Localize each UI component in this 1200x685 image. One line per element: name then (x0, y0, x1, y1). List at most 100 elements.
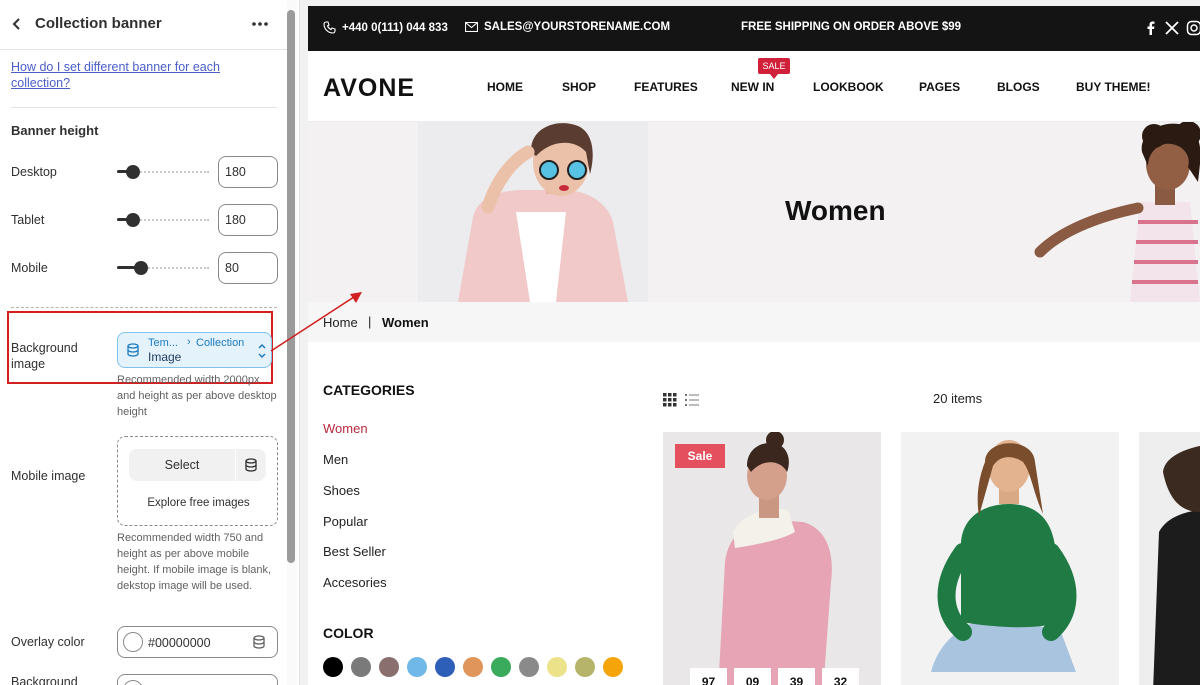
database-icon (245, 458, 257, 472)
email-contact[interactable]: SALES@YOURSTORENAME.COM (465, 21, 670, 33)
header-divider (0, 49, 287, 50)
mobile-height-slider[interactable] (117, 261, 209, 275)
facebook-icon[interactable] (1143, 20, 1159, 36)
categories-title: CATEGORIES (323, 382, 415, 398)
category-men[interactable]: Men (323, 452, 348, 467)
panel-title: Collection banner (35, 15, 162, 32)
sale-badge: SALE (758, 58, 790, 79)
overlay-color-label: Overlay color (11, 635, 85, 649)
mobile-label: Mobile (11, 261, 48, 275)
background-image-help: Recommended width 2000px and height as p… (117, 374, 277, 418)
product-image (1139, 432, 1200, 685)
color-filter-title: COLOR (323, 625, 374, 641)
color-swatch[interactable] (351, 657, 371, 677)
breadcrumb-home-link[interactable]: Home (323, 315, 358, 330)
section-divider (11, 107, 277, 108)
items-count: 20 items (933, 391, 983, 406)
tablet-height-slider[interactable] (117, 213, 209, 227)
product-image (901, 432, 1119, 685)
slider-thumb[interactable] (126, 165, 140, 179)
category-best-seller[interactable]: Best Seller (323, 544, 386, 559)
slider-thumb[interactable] (126, 213, 140, 227)
countdown-hours: 09 (734, 668, 771, 685)
color-swatch[interactable] (547, 657, 567, 677)
background-image-label: Background image (11, 341, 78, 371)
nav-features[interactable]: FEATURES (634, 80, 698, 94)
color-swatch[interactable] (491, 657, 511, 677)
banner-model-right-image (1034, 122, 1200, 302)
banner-help-link[interactable]: How do I set different banner for each c… (11, 59, 261, 91)
desktop-height-slider[interactable] (117, 165, 209, 179)
countdown-minutes: 39 (778, 668, 815, 685)
nav-new-in[interactable]: NEW IN (731, 80, 774, 94)
select-arrows-icon (258, 343, 266, 359)
store-logo[interactable]: AVONE (323, 74, 415, 103)
nav-buy-theme[interactable]: BUY THEME! (1076, 80, 1150, 94)
select-image-button[interactable]: Select (129, 449, 235, 481)
grid-view-icon[interactable] (663, 393, 677, 407)
scrollbar-thumb[interactable] (287, 10, 295, 563)
product-card[interactable] (1139, 432, 1200, 685)
color-swatch[interactable] (603, 657, 623, 677)
category-shoes[interactable]: Shoes (323, 483, 360, 498)
color-swatch[interactable] (519, 657, 539, 677)
color-swatch[interactable] (407, 657, 427, 677)
connect-source-button[interactable] (236, 449, 266, 481)
phone-number: +440 0(111) 044 833 (342, 21, 448, 34)
countdown-seconds: 32 (822, 668, 859, 685)
more-options-button[interactable] (250, 14, 270, 34)
main-navigation: AVONE HOME SHOP FEATURES SALE NEW IN LOO… (308, 51, 1200, 122)
chevron-right-icon: › (187, 336, 191, 348)
back-button[interactable] (8, 14, 26, 34)
list-view-icon[interactable] (685, 393, 699, 407)
category-popular[interactable]: Popular (323, 514, 368, 529)
x-twitter-icon[interactable] (1164, 20, 1180, 36)
collection-banner: Women (308, 122, 1200, 302)
email-address: SALES@YOURSTORENAME.COM (484, 21, 671, 33)
category-accesories[interactable]: Accesories (323, 575, 387, 590)
chevron-left-icon (12, 18, 20, 30)
tablet-height-input[interactable]: 180 (218, 204, 278, 236)
nav-shop[interactable]: SHOP (562, 80, 596, 94)
color-swatch[interactable] (575, 657, 595, 677)
overlay-color-value: #00000000 (148, 636, 211, 650)
nav-home[interactable]: HOME (487, 80, 523, 94)
color-swatch[interactable] (123, 632, 143, 652)
phone-icon (323, 21, 336, 34)
breadcrumb-current: Women (382, 315, 429, 330)
background-color-input[interactable] (117, 674, 278, 685)
dynamic-source-chip[interactable]: Tem... › Collection Image (117, 332, 272, 368)
nav-blogs[interactable]: BLOGS (997, 80, 1040, 94)
product-sale-badge: Sale (675, 444, 725, 468)
database-icon[interactable] (252, 635, 266, 649)
color-swatch[interactable] (435, 657, 455, 677)
color-swatch[interactable] (463, 657, 483, 677)
breadcrumb: Home | Women (308, 302, 1200, 342)
collection-title: Women (785, 195, 886, 226)
color-swatch[interactable] (379, 657, 399, 677)
nav-pages[interactable]: PAGES (919, 80, 960, 94)
overlay-color-input[interactable]: #00000000 (117, 626, 278, 658)
product-card[interactable]: Sale 97 09 39 32 (663, 432, 881, 685)
source-collection-text: Collection (196, 337, 245, 349)
category-women[interactable]: Women (323, 421, 368, 436)
explore-free-images-link[interactable]: Explore free images (118, 497, 279, 509)
shipping-promo: FREE SHIPPING ON ORDER ABOVE $99 (741, 21, 962, 33)
phone-contact[interactable]: +440 0(111) 044 833 (323, 21, 448, 34)
desktop-height-input[interactable]: 180 (218, 156, 278, 188)
settings-panel: Collection banner How do I set different… (0, 0, 300, 685)
announcement-bar: +440 0(111) 044 833 SALES@YOURSTORENAME.… (308, 6, 1200, 51)
nav-lookbook[interactable]: LOOKBOOK (813, 80, 884, 94)
product-image (663, 432, 881, 685)
mobile-image-help: Recommended width 750 and height as per … (117, 532, 272, 592)
mobile-image-dropzone[interactable]: Select Explore free images (117, 436, 278, 526)
color-swatch[interactable] (123, 680, 143, 685)
countdown-days: 97 (690, 668, 727, 685)
database-icon (127, 343, 139, 357)
instagram-icon[interactable] (1186, 20, 1200, 36)
color-swatch[interactable] (323, 657, 343, 677)
product-card[interactable] (901, 432, 1119, 685)
mobile-height-input[interactable]: 80 (218, 252, 278, 284)
slider-thumb[interactable] (134, 261, 148, 275)
source-template-text: Tem... (148, 337, 178, 349)
